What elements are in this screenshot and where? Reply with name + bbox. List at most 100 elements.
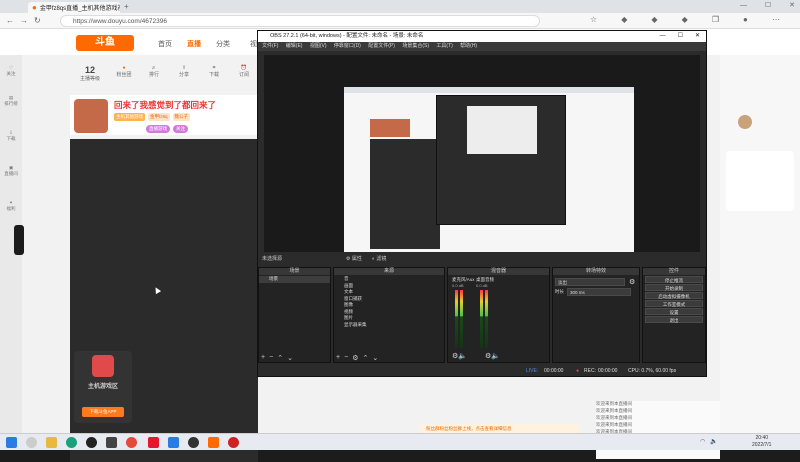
search-icon[interactable] (26, 437, 37, 448)
exit-button[interactable]: 退出 (645, 316, 703, 323)
up-icon[interactable]: ⌃ (277, 354, 283, 362)
menu-edit[interactable]: 编辑(E) (286, 43, 303, 49)
forward-icon[interactable]: → (20, 16, 28, 25)
rank-avatar[interactable] (738, 115, 752, 129)
menu-file[interactable]: 文件(F) (262, 43, 278, 49)
close-icon[interactable]: ✕ (789, 1, 795, 9)
extension-icon[interactable]: ◆ (651, 15, 657, 24)
obs-icon[interactable] (188, 437, 199, 448)
collections-icon[interactable]: ❐ (712, 15, 719, 24)
sidebar-collapse-handle[interactable] (14, 225, 24, 255)
sidebar-item-follow[interactable]: ♡ 关注 (2, 65, 20, 77)
streamer-avatar[interactable] (74, 99, 108, 133)
add-icon[interactable]: + (261, 354, 265, 362)
site-logo[interactable]: 斗鱼 (76, 35, 134, 51)
maximize-icon[interactable]: ☐ (765, 1, 771, 9)
transition-gear-icon[interactable]: ⚙ (629, 278, 635, 286)
transitions-dock: 转场特效 淡出 ⚙ 时长 300 ms (552, 267, 640, 363)
clock[interactable]: 20:40 2022/7/1 (752, 435, 771, 449)
more-icon[interactable]: ⋯ (772, 15, 780, 24)
tag[interactable]: 直播游戏 (146, 125, 170, 133)
start-recording-button[interactable]: 开始录制 (645, 284, 703, 291)
source-item[interactable]: 显示器采集 (334, 322, 444, 329)
menu-help[interactable]: 帮助(H) (460, 43, 477, 49)
wifi-icon[interactable]: ◠ (700, 438, 705, 445)
sidebar-item-rank[interactable]: ▤ 排行榜 (2, 95, 20, 107)
nav-item[interactable]: 首页 (158, 39, 172, 49)
back-icon[interactable]: ← (6, 16, 14, 25)
settings-button[interactable]: 设置 (645, 308, 703, 315)
sidebar-item-rooms[interactable]: ▣ 直播间 (2, 165, 20, 177)
mixer-gear-icon[interactable]: ⚙🔈 (485, 352, 500, 360)
scenes-dock: 场景 场景 + − ⌃ ⌄ (258, 267, 331, 363)
store-icon[interactable] (168, 437, 179, 448)
nav-item[interactable]: 直播 (187, 39, 201, 49)
menu-docks[interactable]: 停靠窗口(D) (334, 43, 361, 49)
profile-icon[interactable]: ● (743, 15, 748, 24)
browser-tab[interactable]: ● 金甲fz8qs直播_主机其他游戏视频直播 - 斗鱼... (28, 2, 120, 13)
extension-icon[interactable]: ◆ (682, 15, 688, 24)
files-icon[interactable] (46, 437, 57, 448)
video-player[interactable]: 主机游戏区 下载斗鱼APP (70, 139, 258, 462)
menu-view[interactable]: 视图(V) (310, 43, 327, 49)
minimize-icon[interactable]: — (740, 2, 747, 9)
virtual-camera-button[interactable]: 启动虚拟摄像机 (645, 292, 703, 299)
duration-input[interactable]: 300 ms (567, 288, 631, 296)
fans-stat[interactable]: ● 粉丝团 (112, 65, 136, 78)
badge[interactable]: 主机其他游戏 (114, 113, 145, 121)
game-icon[interactable] (106, 437, 117, 448)
address-input[interactable]: https://www.douyu.com/4672396 (60, 15, 540, 27)
download-stat[interactable]: ⌗ 下载 (202, 65, 226, 78)
douyu-icon[interactable] (208, 437, 219, 448)
download-app-button[interactable]: 下载斗鱼APP (82, 407, 124, 417)
add-icon[interactable]: + (336, 354, 340, 362)
chrome-icon[interactable] (126, 437, 137, 448)
studio-mode-button[interactable]: 工作室模式 (645, 300, 703, 307)
up-icon[interactable]: ⌃ (362, 354, 368, 362)
dock-title: 混音器 (448, 268, 549, 275)
stop-streaming-button[interactable]: 停止推流 (645, 276, 703, 283)
mixer-gear-icon[interactable]: ⚙🔈 (452, 352, 467, 360)
star-icon[interactable]: ☆ (590, 15, 597, 24)
edge-icon[interactable] (66, 437, 77, 448)
sources-dock: 来源 音 画面 文本 窗口捕获 图像 视频 图片 显示器采集 + − ⚙ ⌃ ⌄ (333, 267, 445, 363)
maximize-icon[interactable]: ☐ (678, 31, 683, 42)
filters-button[interactable]: ◐ 滤镜 (372, 254, 386, 264)
weibo-icon[interactable] (148, 437, 159, 448)
badge[interactable]: 魏公子 (172, 113, 191, 121)
transition-select[interactable]: 淡出 (555, 278, 625, 286)
volume-icon[interactable]: 🔈 (710, 438, 717, 445)
down-icon[interactable]: ⌄ (287, 354, 293, 362)
sidebar-item-welfare[interactable]: ✦ 福利 (2, 200, 20, 212)
obs-preview[interactable] (264, 55, 700, 252)
scene-item[interactable]: 场景 (259, 276, 330, 283)
chat-line: 欢迎来到本直播间 (596, 422, 632, 427)
menu-scene-collection[interactable]: 场景集合(S) (402, 43, 429, 49)
share-stat[interactable]: ⇪ 分享 (172, 65, 196, 78)
qq-icon[interactable] (86, 437, 97, 448)
menu-tools[interactable]: 工具(T) (436, 43, 452, 49)
ad-card[interactable]: 主机游戏区 下载斗鱼APP (74, 351, 132, 423)
nav-item[interactable]: 分类 (216, 39, 230, 49)
right-banner[interactable] (726, 151, 794, 211)
minimize-icon[interactable]: — (660, 31, 666, 42)
start-icon[interactable] (6, 437, 17, 448)
remove-icon[interactable]: − (344, 354, 348, 362)
refresh-icon[interactable]: ↻ (34, 16, 41, 25)
properties-button[interactable]: ⚙ 属性 (346, 254, 362, 264)
remove-icon[interactable]: − (269, 354, 273, 362)
close-icon[interactable]: ✕ (695, 31, 700, 42)
subscribe-stat[interactable]: ⏰ 订阅 (232, 65, 256, 78)
new-tab-icon[interactable]: + (124, 2, 129, 11)
game-logo-icon (92, 355, 114, 377)
rank-stat[interactable]: ♬ 排行 (142, 65, 166, 78)
extension-icon[interactable]: ◆ (621, 15, 627, 24)
badge[interactable]: 金甲fz8q (148, 113, 170, 121)
sidebar-item-download[interactable]: ⇩ 下载 (2, 130, 20, 142)
selected-source-label: 未选择源 (262, 256, 283, 262)
music-icon[interactable] (228, 437, 239, 448)
down-icon[interactable]: ⌄ (372, 354, 378, 362)
menu-profile[interactable]: 配置文件(P) (368, 43, 395, 49)
gear-icon[interactable]: ⚙ (352, 354, 358, 362)
tag[interactable]: 关注 (173, 125, 188, 133)
